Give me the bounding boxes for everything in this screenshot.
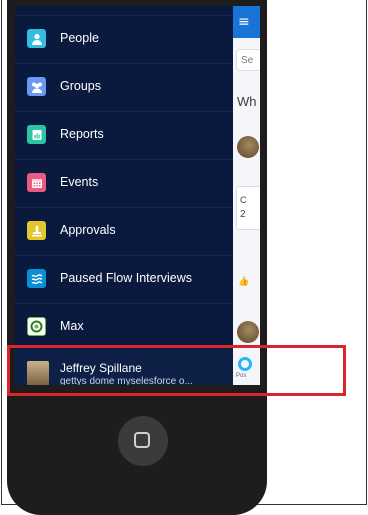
nav-item-label: Max — [60, 319, 84, 333]
nav-item-label: People — [60, 31, 99, 45]
home-button[interactable] — [118, 416, 168, 466]
card-value: 2 — [240, 209, 246, 220]
nav-item-groups[interactable]: Groups — [15, 63, 233, 111]
phone-screen: People Groups Reports Events Approvals P… — [15, 6, 260, 385]
groups-icon — [27, 77, 46, 96]
approval-icon — [27, 221, 46, 240]
nav-item-people[interactable]: People — [15, 15, 233, 63]
navigation-menu: People Groups Reports Events Approvals P… — [15, 6, 233, 385]
nav-item-max[interactable]: Max — [15, 303, 233, 351]
nav-item-reports[interactable]: Reports — [15, 111, 233, 159]
nav-item-label: Groups — [60, 79, 101, 93]
like-icon[interactable]: 👍 — [238, 277, 249, 287]
nav-item-label: Approvals — [60, 223, 116, 237]
report-icon — [27, 125, 46, 144]
nav-item-label: Events — [60, 175, 99, 189]
avatar — [237, 136, 259, 158]
avatar — [237, 321, 259, 343]
app-header: ≡ — [233, 6, 260, 38]
phone-frame: People Groups Reports Events Approvals P… — [7, 0, 267, 515]
max-app-icon — [27, 317, 46, 336]
person-icon — [27, 29, 46, 48]
nav-item-label: Reports — [60, 127, 104, 141]
search-input[interactable]: Se — [236, 49, 260, 71]
feed-heading: Wh — [237, 94, 257, 109]
nav-item-label: Paused Flow Interviews — [60, 271, 193, 285]
calendar-icon — [27, 173, 46, 192]
nav-item-events[interactable]: Events — [15, 159, 233, 207]
main-content-peek: ≡ Se Wh C 2 👍 Pos — [233, 6, 260, 385]
nav-item-approvals[interactable]: Approvals — [15, 207, 233, 255]
flow-icon — [27, 269, 46, 288]
card-text: C — [240, 195, 247, 205]
home-square-icon — [134, 432, 150, 448]
hamburger-menu-icon[interactable]: ≡ — [238, 15, 250, 29]
highlight-box — [7, 345, 346, 396]
feed-card[interactable]: C 2 — [236, 186, 260, 230]
nav-item-paused-flow-interviews[interactable]: Paused Flow Interviews — [15, 255, 233, 303]
